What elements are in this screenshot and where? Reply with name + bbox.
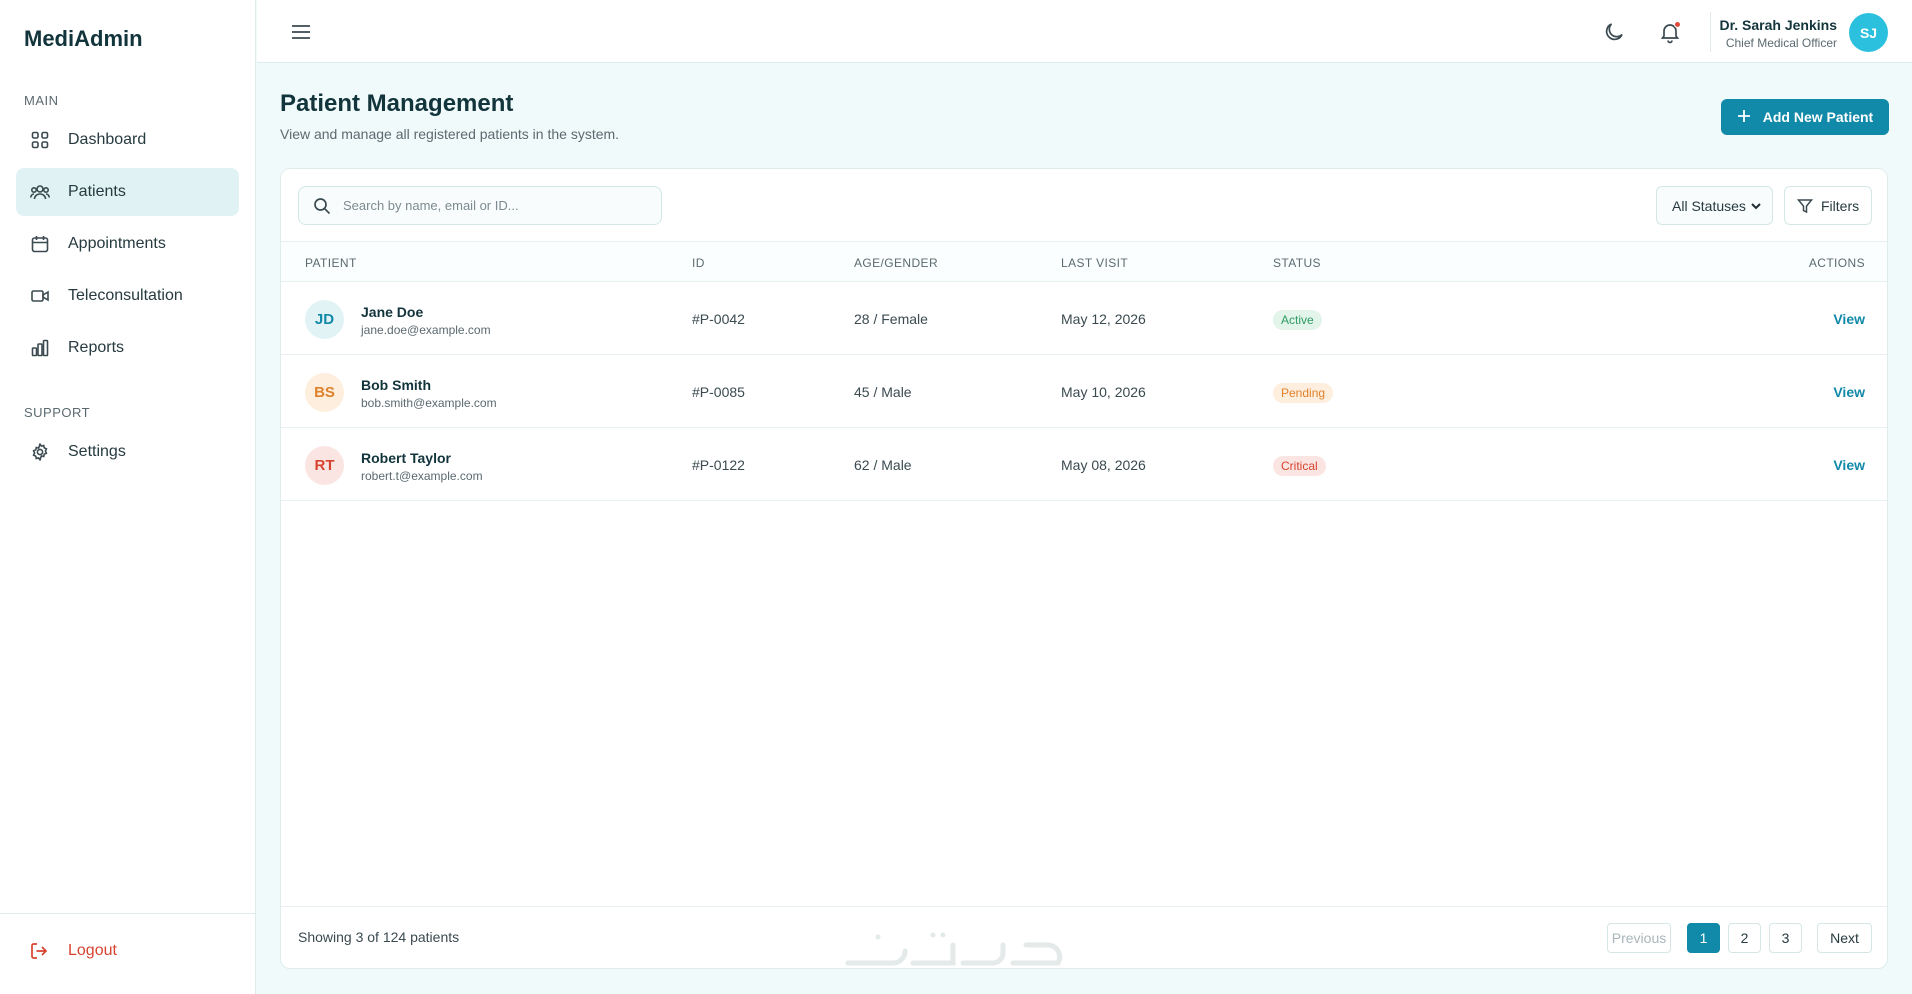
sidebar: MediAdmin MAIN Dashboard Patients Appoin… bbox=[0, 0, 256, 994]
column-header-actions: ACTIONS bbox=[1808, 256, 1865, 270]
column-header-patient[interactable]: PATIENT bbox=[305, 256, 357, 270]
sidebar-item-label: Dashboard bbox=[68, 131, 147, 148]
users-icon bbox=[30, 182, 50, 202]
chevron-down-icon bbox=[1749, 199, 1763, 213]
showing-count: Showing 3 of 124 patients bbox=[298, 929, 460, 945]
status-badge: Pending bbox=[1273, 383, 1334, 403]
grid-icon bbox=[30, 130, 50, 150]
patient-avatar: BS bbox=[305, 373, 344, 412]
patient-last-visit: May 08, 2026 bbox=[1061, 457, 1146, 473]
patient-id: #P-0042 bbox=[692, 311, 745, 327]
user-avatar[interactable]: SJ bbox=[1849, 13, 1888, 52]
status-badge: Critical bbox=[1273, 456, 1326, 476]
sidebar-item-dashboard[interactable]: Dashboard bbox=[16, 116, 239, 164]
search-box[interactable] bbox=[298, 186, 662, 225]
view-button[interactable]: View bbox=[1833, 311, 1865, 327]
user-name: Dr. Sarah Jenkins bbox=[1719, 17, 1837, 33]
patient-age-gender: 28 / Female bbox=[854, 311, 928, 327]
page-subtitle: View and manage all registered patients … bbox=[280, 126, 620, 142]
section-label-support: SUPPORT bbox=[24, 405, 91, 420]
patient-avatar: JD bbox=[305, 300, 344, 339]
notification-dot bbox=[1674, 21, 1681, 28]
calendar-icon bbox=[30, 234, 50, 254]
add-new-patient-button[interactable]: Add New Patient bbox=[1721, 99, 1889, 135]
sidebar-item-settings[interactable]: Settings bbox=[16, 428, 239, 476]
patient-last-visit: May 12, 2026 bbox=[1061, 311, 1146, 327]
status-badge: Active bbox=[1273, 310, 1322, 330]
pagination-page-3[interactable]: 3 bbox=[1769, 923, 1802, 953]
view-button[interactable]: View bbox=[1833, 384, 1865, 400]
sidebar-item-teleconsultation[interactable]: Teleconsultation bbox=[16, 272, 239, 320]
pagination-page-2[interactable]: 2 bbox=[1728, 923, 1761, 953]
sidebar-footer: Logout bbox=[0, 913, 256, 994]
user-role: Chief Medical Officer bbox=[1725, 36, 1837, 50]
patient-name: Bob Smith bbox=[361, 377, 431, 393]
table-row[interactable]: RT Robert Taylor robert.t@example.com #P… bbox=[281, 428, 1887, 501]
gear-icon bbox=[30, 442, 50, 462]
plus-icon bbox=[1737, 108, 1751, 126]
section-label-main: MAIN bbox=[24, 93, 59, 108]
patient-age-gender: 62 / Male bbox=[854, 457, 912, 473]
table-row[interactable]: JD Jane Doe jane.doe@example.com #P-0042… bbox=[281, 282, 1887, 355]
hamburger-menu-icon[interactable] bbox=[289, 20, 313, 44]
sidebar-item-label: Patients bbox=[68, 183, 126, 200]
moon-icon[interactable] bbox=[1602, 20, 1626, 44]
column-header-status[interactable]: STATUS bbox=[1273, 256, 1321, 270]
status-filter-select[interactable]: All Statuses bbox=[1656, 186, 1773, 225]
pagination-page-1[interactable]: 1 bbox=[1687, 923, 1720, 953]
patient-email: robert.t@example.com bbox=[361, 469, 483, 483]
topbar: Dr. Sarah Jenkins Chief Medical Officer … bbox=[257, 0, 1912, 63]
patient-age-gender: 45 / Male bbox=[854, 384, 912, 400]
patient-avatar: RT bbox=[305, 446, 344, 485]
view-button[interactable]: View bbox=[1833, 457, 1865, 473]
column-header-last-visit[interactable]: LAST VISIT bbox=[1061, 256, 1128, 270]
patient-id: #P-0122 bbox=[692, 457, 745, 473]
column-header-age-gender[interactable]: AGE/GENDER bbox=[854, 256, 938, 270]
sidebar-item-label: Teleconsultation bbox=[68, 287, 183, 304]
patient-email: bob.smith@example.com bbox=[361, 396, 497, 410]
pagination-next-button[interactable]: Next bbox=[1817, 923, 1872, 953]
pagination-previous-button[interactable]: Previous bbox=[1607, 923, 1671, 953]
sidebar-item-appointments[interactable]: Appointments bbox=[16, 220, 239, 268]
brand-logo-text[interactable]: MediAdmin bbox=[24, 26, 143, 52]
add-new-patient-label: Add New Patient bbox=[1762, 109, 1874, 125]
table-header: PATIENT ID AGE/GENDER LAST VISIT STATUS … bbox=[281, 241, 1887, 282]
bar-chart-icon bbox=[30, 338, 50, 358]
table-row[interactable]: BS Bob Smith bob.smith@example.com #P-00… bbox=[281, 355, 1887, 428]
logout-button[interactable]: Logout bbox=[30, 941, 117, 961]
patient-last-visit: May 10, 2026 bbox=[1061, 384, 1146, 400]
sidebar-item-reports[interactable]: Reports bbox=[16, 324, 239, 372]
filter-icon bbox=[1796, 198, 1814, 214]
column-header-id[interactable]: ID bbox=[692, 256, 705, 270]
logout-icon bbox=[30, 941, 50, 961]
logout-label: Logout bbox=[68, 942, 117, 959]
sidebar-item-label: Settings bbox=[68, 443, 126, 460]
video-icon bbox=[30, 286, 50, 306]
table-footer: Showing 3 of 124 patients Previous 1 2 3… bbox=[281, 906, 1887, 968]
status-select-value: All Statuses bbox=[1672, 197, 1746, 214]
patient-name: Jane Doe bbox=[361, 304, 424, 320]
topbar-divider bbox=[1710, 12, 1711, 52]
patient-name: Robert Taylor bbox=[361, 450, 451, 466]
search-input[interactable] bbox=[343, 198, 643, 213]
bell-icon[interactable] bbox=[1658, 20, 1682, 44]
filters-label: Filters bbox=[1821, 197, 1860, 214]
sidebar-item-patients[interactable]: Patients bbox=[16, 168, 239, 216]
patients-table-card: All Statuses Filters PATIENT ID AGE/GEND… bbox=[280, 168, 1888, 969]
search-icon bbox=[313, 197, 331, 215]
patient-id: #P-0085 bbox=[692, 384, 745, 400]
sidebar-item-label: Reports bbox=[68, 339, 125, 356]
filters-button[interactable]: Filters bbox=[1784, 186, 1872, 225]
watermark-logo bbox=[845, 932, 1063, 966]
sidebar-item-label: Appointments bbox=[68, 235, 166, 252]
patient-email: jane.doe@example.com bbox=[361, 323, 491, 337]
page-title: Patient Management bbox=[280, 90, 514, 117]
